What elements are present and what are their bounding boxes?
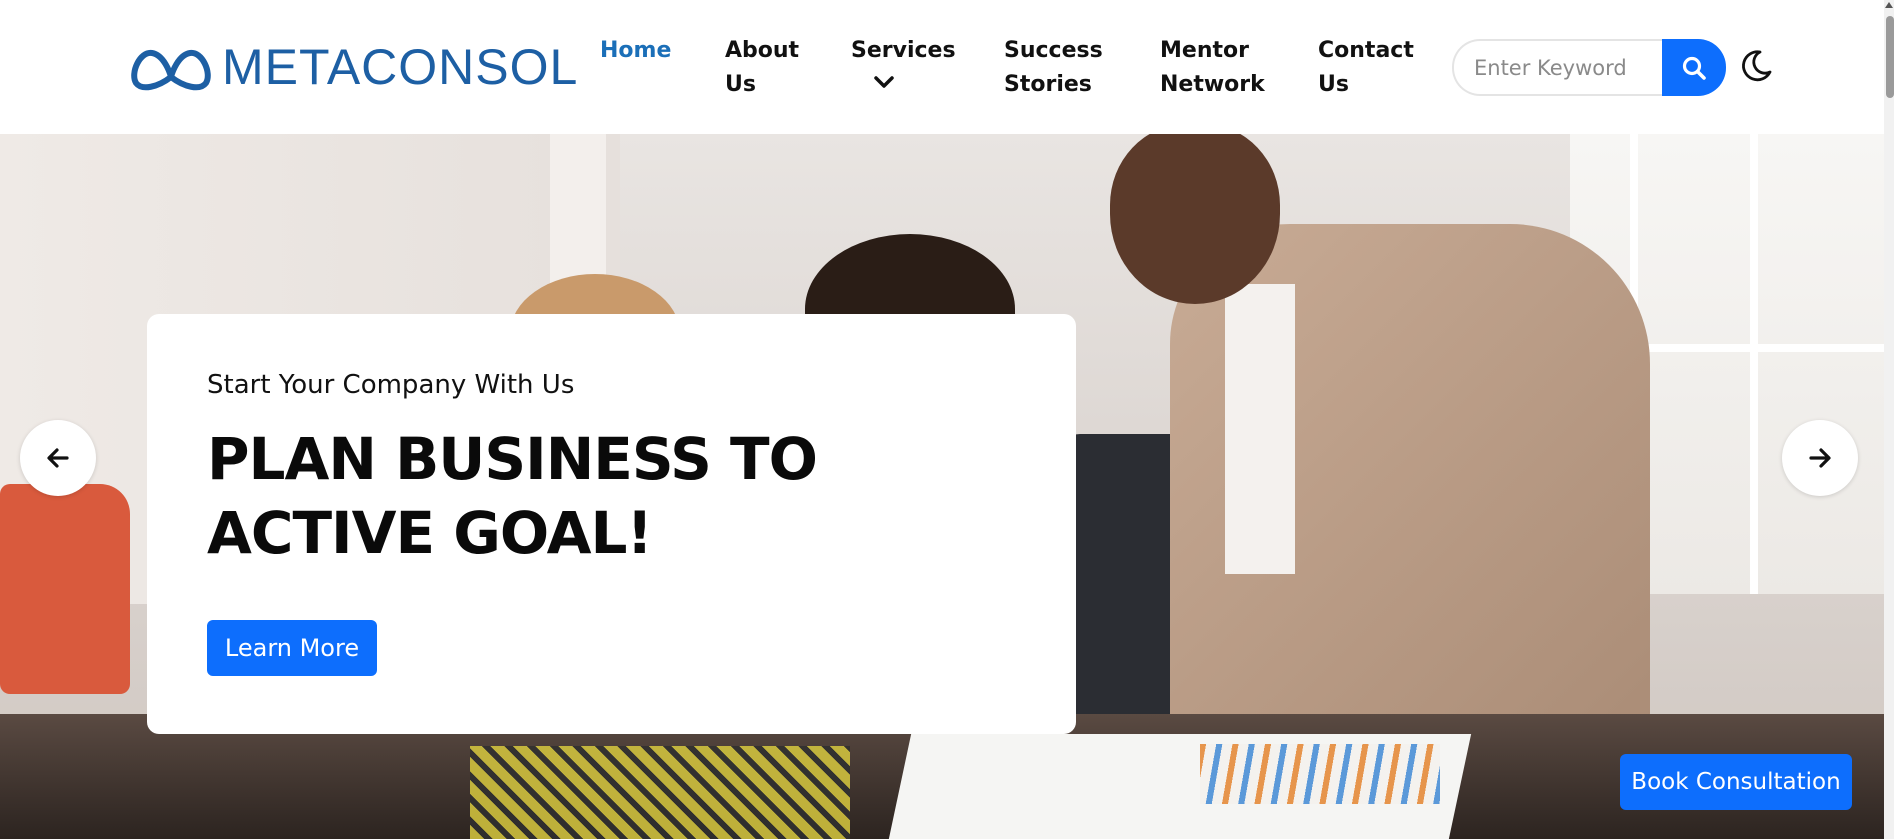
nav-contact-line2: Us xyxy=(1318,72,1349,97)
nav-services[interactable]: Services xyxy=(851,34,956,90)
hero-title: PLAN BUSINESS TO ACTIVE GOAL! xyxy=(207,425,818,567)
nav-contact-line1: Contact xyxy=(1318,38,1414,63)
scrollbar-thumb[interactable] xyxy=(1886,16,1894,98)
brand-logo[interactable]: METACONSOL xyxy=(130,40,578,94)
brand-name: METACONSOL xyxy=(222,39,579,95)
hero-subtitle: Start Your Company With Us xyxy=(207,370,575,400)
scroll-up-arrow-icon[interactable] xyxy=(1885,2,1893,8)
carousel-prev-button[interactable] xyxy=(20,420,96,496)
moon-icon[interactable] xyxy=(1738,48,1774,84)
nav-mentor-network[interactable]: Mentor Network xyxy=(1160,34,1265,102)
search-button[interactable] xyxy=(1662,39,1726,96)
nav-success-stories[interactable]: Success Stories xyxy=(1004,34,1103,102)
navbar: METACONSOL Home About Us Services Succes… xyxy=(0,0,1884,134)
search-bar xyxy=(1452,39,1726,96)
carousel-next-button[interactable] xyxy=(1782,420,1858,496)
search-icon xyxy=(1682,56,1706,80)
learn-more-button[interactable]: Learn More xyxy=(207,620,377,676)
hero-carousel: Start Your Company With Us PLAN BUSINESS… xyxy=(0,134,1884,839)
arrow-right-icon xyxy=(1809,448,1831,468)
nav-success-line1: Success xyxy=(1004,38,1103,63)
page-scrollbar[interactable] xyxy=(1884,0,1894,839)
nav-about-line2: Us xyxy=(725,72,756,97)
chevron-down-icon xyxy=(874,76,894,88)
logo-icon xyxy=(131,50,211,91)
nav-services-label: Services xyxy=(851,38,956,63)
nav-about-line1: About xyxy=(725,38,800,63)
nav-mentor-line2: Network xyxy=(1160,72,1265,97)
nav-about-us[interactable]: About Us xyxy=(725,34,799,102)
nav-home[interactable]: Home xyxy=(600,34,671,68)
nav-mentor-line1: Mentor xyxy=(1160,38,1249,63)
arrow-left-icon xyxy=(47,448,69,468)
hero-caption-card: Start Your Company With Us PLAN BUSINESS… xyxy=(147,314,1076,734)
book-consultation-button[interactable]: Book Consultation xyxy=(1620,754,1852,810)
search-input[interactable] xyxy=(1452,39,1662,96)
nav-success-line2: Stories xyxy=(1004,72,1092,97)
nav-contact-us[interactable]: Contact Us xyxy=(1318,34,1414,102)
